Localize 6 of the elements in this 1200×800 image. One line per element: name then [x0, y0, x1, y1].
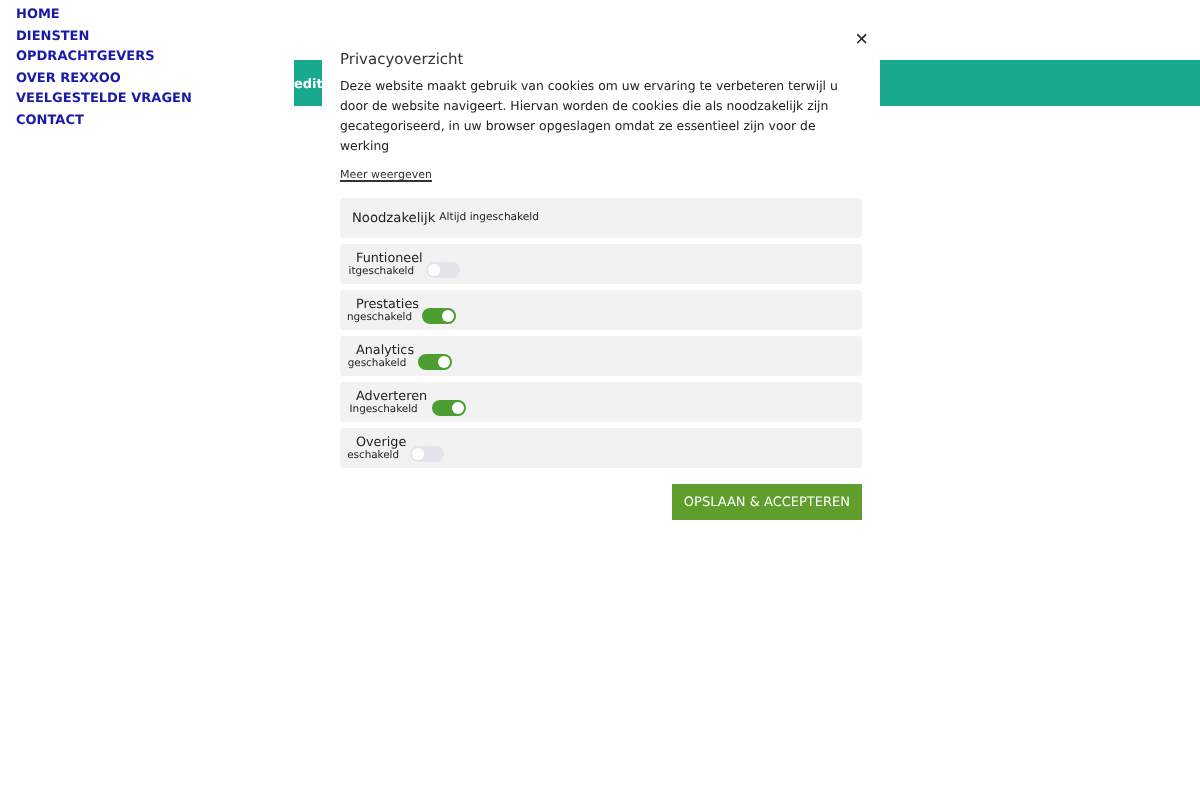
- toggle-switch[interactable]: [431, 400, 466, 416]
- toggle-switch[interactable]: [422, 308, 457, 324]
- close-button[interactable]: ×: [855, 30, 868, 50]
- toggle-switch[interactable]: [418, 354, 453, 370]
- toggle-switch[interactable]: [410, 446, 445, 462]
- toggle-switch[interactable]: [426, 262, 461, 278]
